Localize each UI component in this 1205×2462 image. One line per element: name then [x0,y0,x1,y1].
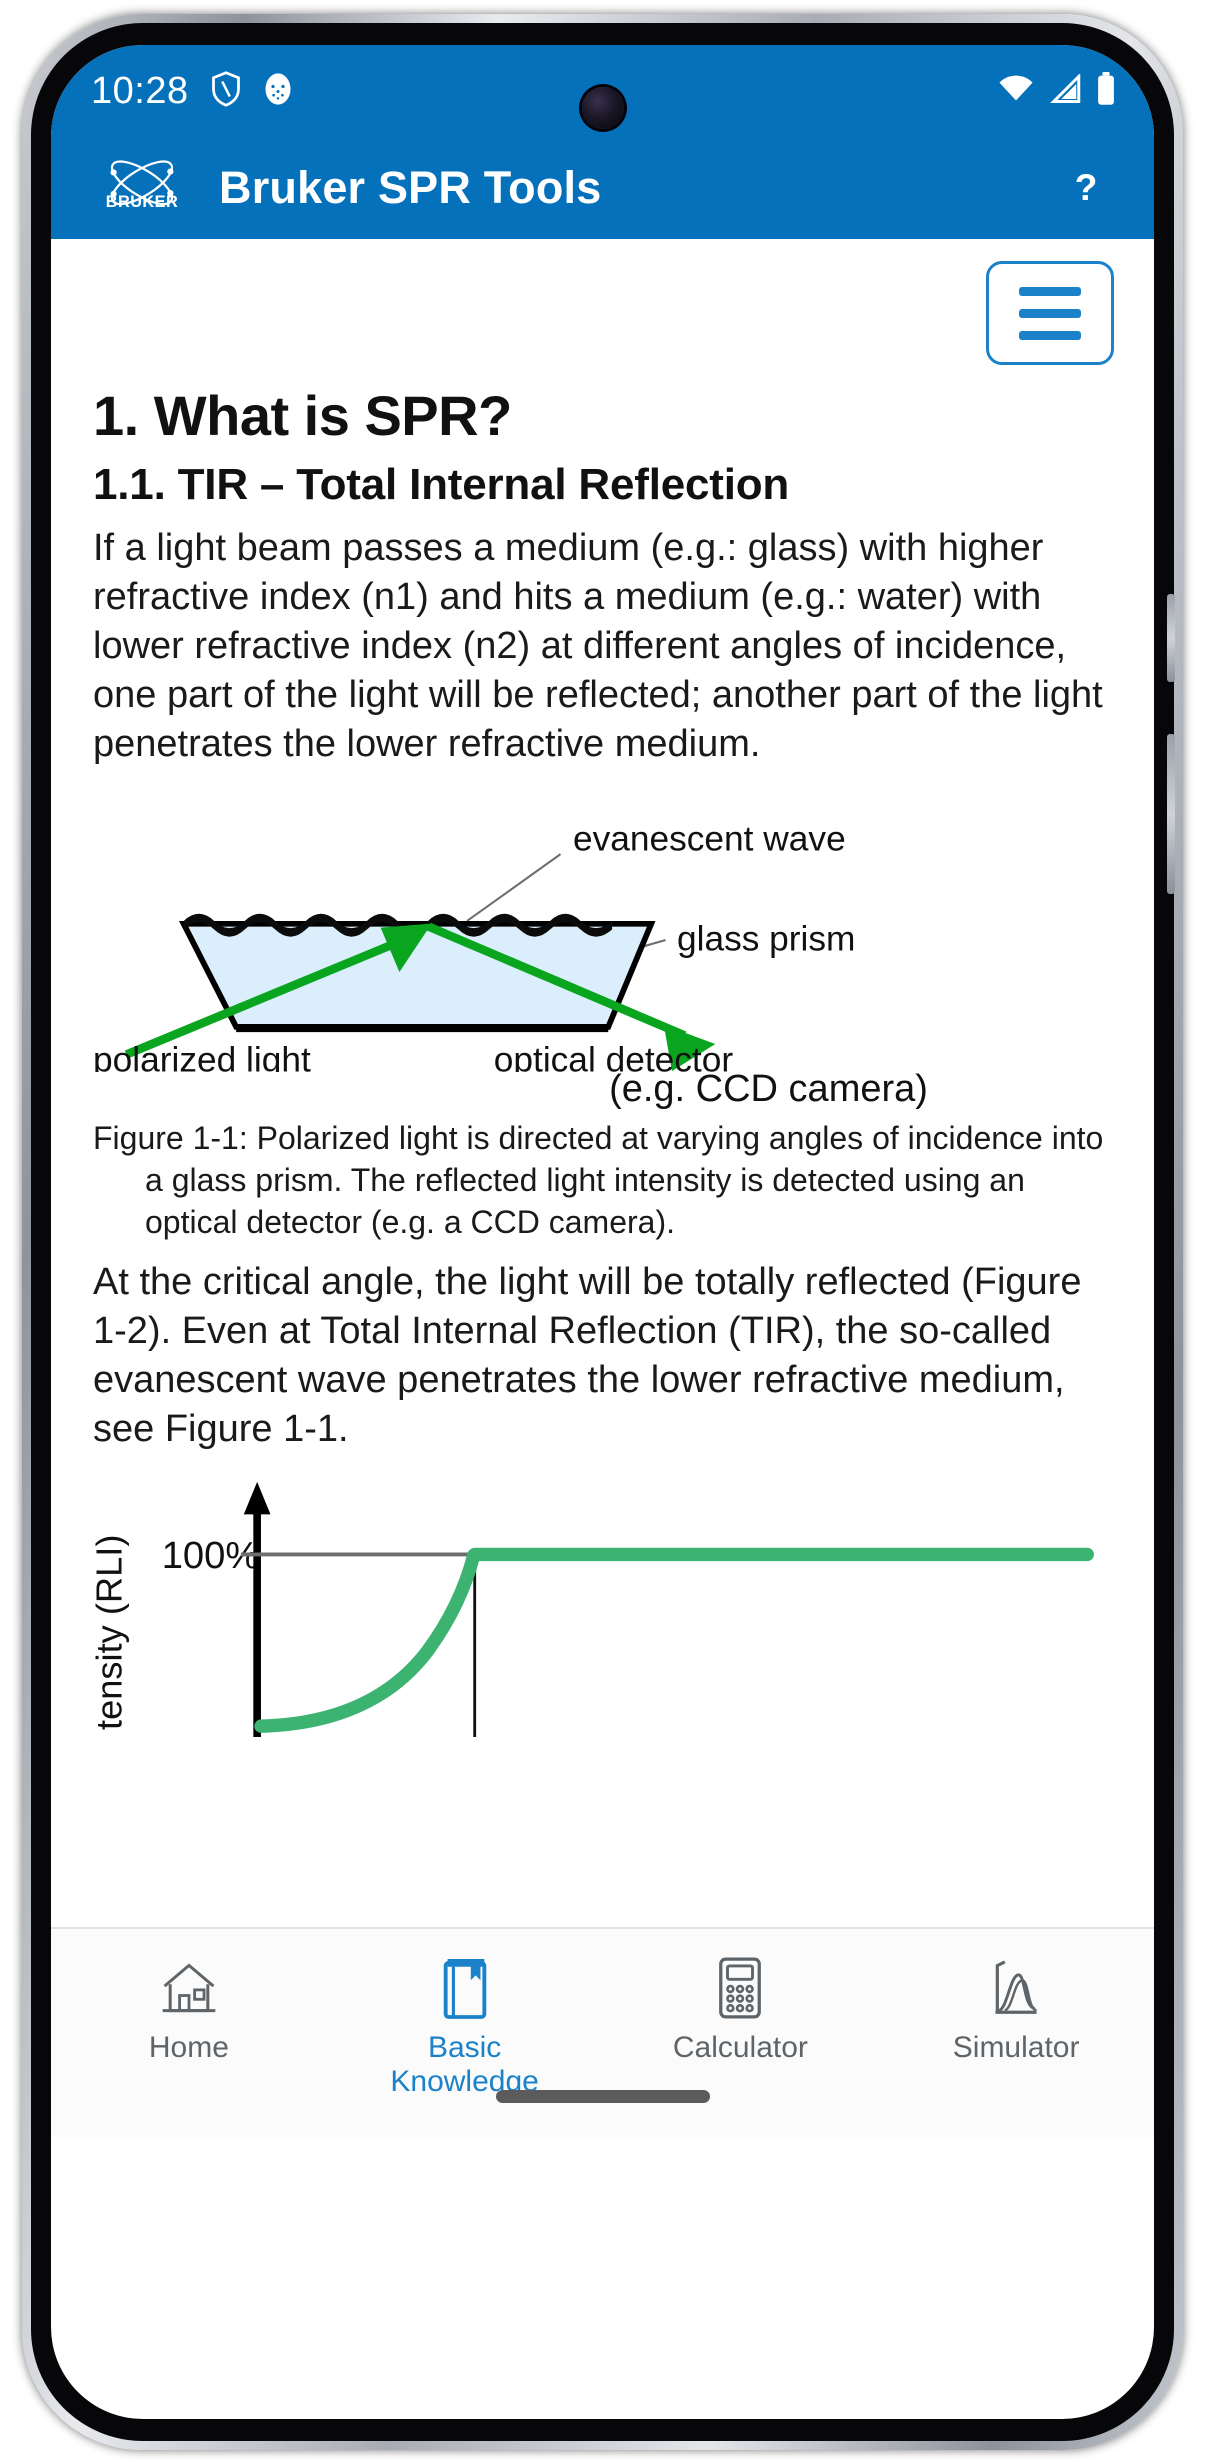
status-bar: 10:28 [51,45,1154,137]
label-polarized-light: polarized light [93,1041,311,1072]
hamburger-menu-button[interactable] [986,261,1114,365]
section-subtitle: 1.1. TIR – Total Internal Reflection [93,460,790,509]
nav-item-home[interactable]: Home [51,1929,327,2137]
label-evanescent-wave: evanescent wave [573,819,846,858]
power-button[interactable] [1167,594,1175,682]
front-camera-cutout [581,87,624,129]
phone-body: 10:28 BRUKER Bruker SPR Tools ? 1. What … [31,23,1174,2441]
nav-item-calculator[interactable]: Calculator [603,1929,879,2137]
nav-item-basic-knowledge[interactable]: Basic Knowledge [327,1929,603,2137]
calculator-icon [715,1955,765,2021]
bruker-logo-icon: BRUKER [99,157,185,219]
app-bar: BRUKER Bruker SPR Tools ? [51,137,1154,239]
hamburger-line-3 [1019,330,1081,340]
wifi-icon [998,75,1034,108]
volume-button[interactable] [1167,734,1175,894]
bottom-navigation[interactable]: Home Basic Knowledge Calculator Simulato… [51,1927,1154,2137]
chart-icon [988,1955,1044,2021]
status-clock: 10:28 [91,69,189,112]
figure-intensity-chart: tensity (RLI) 100% [93,1480,1114,1738]
help-button[interactable]: ? [1058,167,1114,209]
nav-label-calculator: Calculator [672,2031,808,2064]
phone-frame: 10:28 BRUKER Bruker SPR Tools ? 1. What … [22,14,1183,2450]
hamburger-line-1 [1019,286,1081,296]
chart-y-axis-label: tensity (RLI) [93,1534,130,1729]
label-optical-detector-line2: (e.g. CCD camera) [609,1067,928,1110]
status-bar-right [998,71,1116,111]
phone-screen: 10:28 BRUKER Bruker SPR Tools ? 1. What … [51,45,1154,2419]
shield-icon [211,70,241,112]
nav-label-basic-knowledge-line1: Basic [427,2031,502,2064]
home-icon [157,1955,221,2021]
label-glass-prism: glass prism [677,920,855,959]
face-icon [263,71,293,112]
figure-prism-diagram: evanescent wave glass prism polarized li… [93,795,1114,1111]
status-bar-left: 10:28 [91,70,293,113]
leader-line-evanescent [466,853,562,922]
chart-y-axis [243,1481,271,1738]
nav-label-home: Home [148,2031,229,2064]
hamburger-line-2 [1019,308,1081,318]
paragraph-intro: If a light beam passes a medium (e.g.: g… [93,527,1103,766]
bruker-wordmark: BRUKER [106,193,178,211]
chart-curve-rising [254,1548,481,1733]
figure-1-caption: Figure 1-1: Polarized light is directed … [93,1119,1104,1241]
book-icon [436,1955,494,2021]
nav-label-simulator: Simulator [952,2031,1080,2064]
paragraph-critical-angle: At the critical angle, the light will be… [93,1260,1082,1450]
gesture-navigation-bar[interactable] [495,2090,710,2103]
signal-icon [1048,72,1082,109]
battery-icon [1096,71,1116,111]
app-title: Bruker SPR Tools [219,162,602,213]
page-title: 1. What is SPR? [93,384,512,447]
content-area[interactable]: 1. What is SPR? 1.1. TIR – Total Interna… [51,239,1154,2137]
nav-item-simulator[interactable]: Simulator [878,1929,1154,2137]
